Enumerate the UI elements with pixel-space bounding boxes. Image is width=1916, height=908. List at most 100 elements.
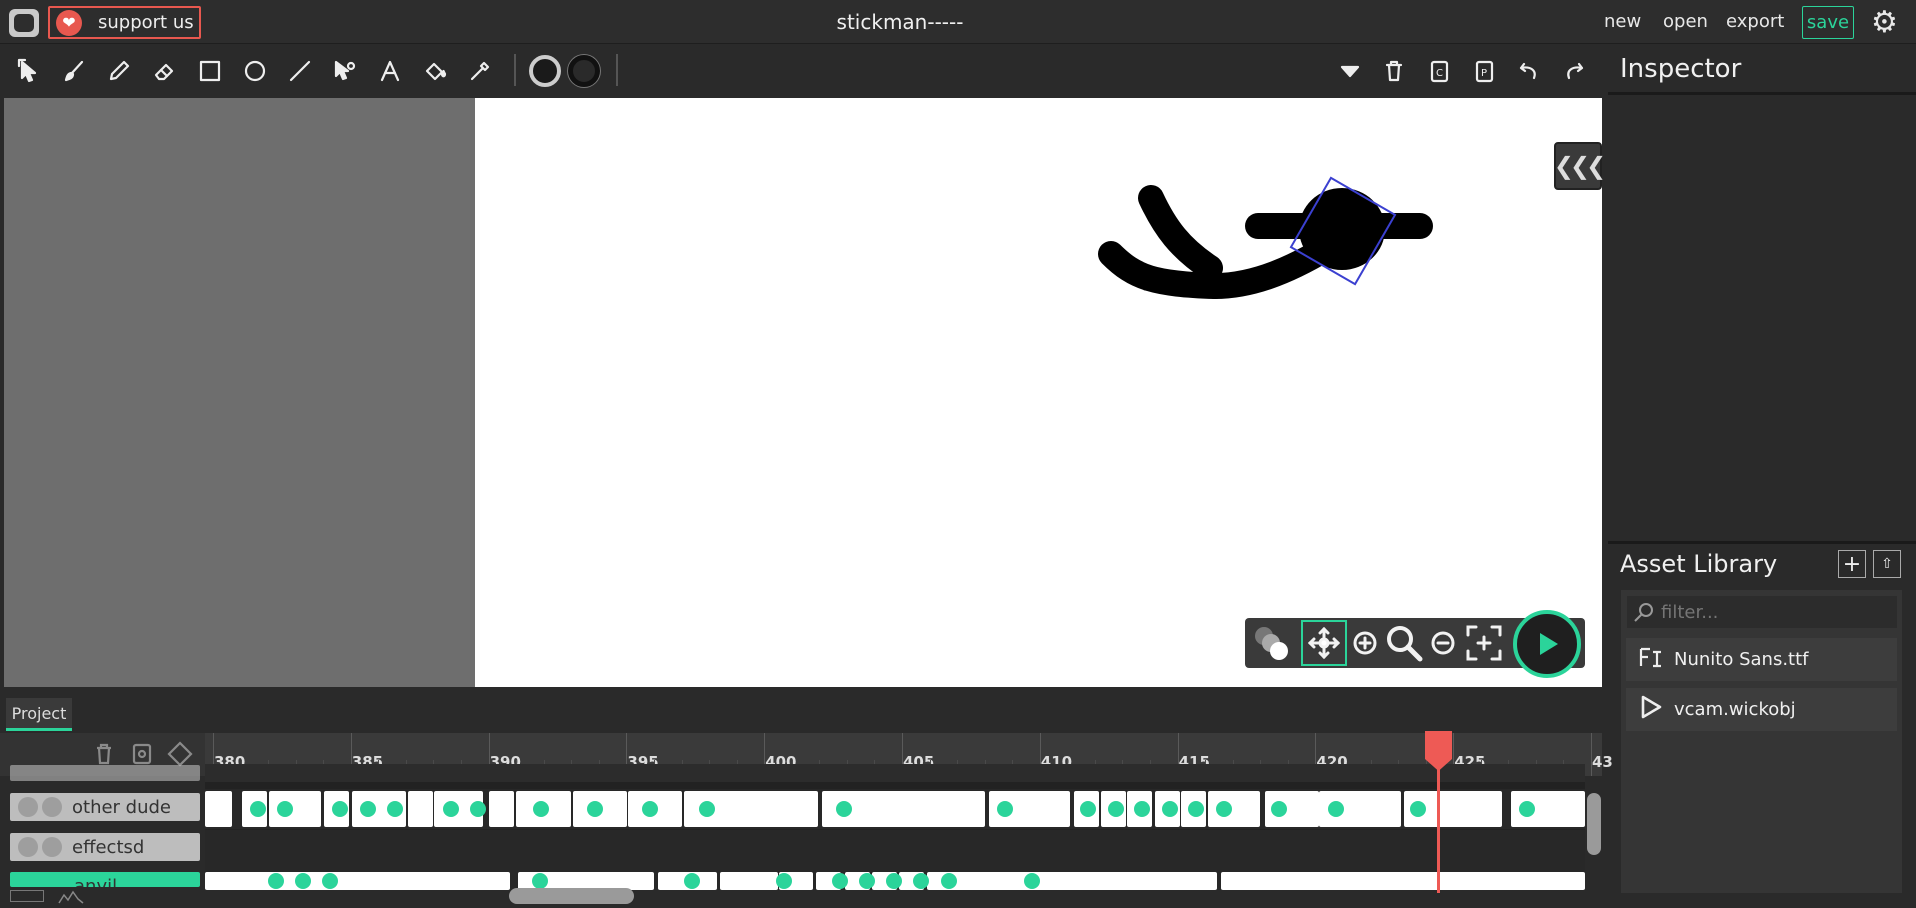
pan-tool-icon[interactable] xyxy=(1301,620,1347,666)
frame[interactable] xyxy=(927,872,1217,890)
frame[interactable] xyxy=(408,791,433,827)
ellipse-tool-icon[interactable] xyxy=(238,54,272,88)
keyframe-dot[interactable] xyxy=(1216,801,1232,817)
zoom-out-icon[interactable] xyxy=(1428,620,1458,666)
layer-effectsd[interactable]: effectsd xyxy=(10,833,200,861)
waveform-icon[interactable] xyxy=(58,889,84,904)
save-button[interactable]: save xyxy=(1802,6,1854,39)
asset-item[interactable]: vcam.wickobj xyxy=(1626,688,1897,731)
play-button[interactable] xyxy=(1513,610,1581,678)
paste-icon[interactable]: P xyxy=(1467,54,1501,88)
keyframe-dot[interactable] xyxy=(533,801,549,817)
copy-icon[interactable]: C xyxy=(1422,54,1456,88)
stage-canvas[interactable] xyxy=(475,98,1602,687)
keyframe-dot[interactable] xyxy=(859,873,875,889)
pencil-tool-icon[interactable] xyxy=(102,54,136,88)
keyframe-dot[interactable] xyxy=(836,801,852,817)
eraser-tool-icon[interactable] xyxy=(148,54,182,88)
keyframe-dot[interactable] xyxy=(1080,801,1096,817)
keyframe-icon[interactable] xyxy=(166,740,194,768)
keyframe-dot[interactable] xyxy=(1162,801,1178,817)
undo-icon[interactable] xyxy=(1512,54,1546,88)
frame[interactable] xyxy=(720,872,778,890)
timeline-horizontal-scrollbar[interactable] xyxy=(509,888,634,904)
delete-icon[interactable] xyxy=(1377,54,1411,88)
line-tool-icon[interactable] xyxy=(283,54,317,88)
layer-anvil[interactable]: anvil xyxy=(10,872,200,887)
asset-filter-input[interactable] xyxy=(1627,596,1897,628)
add-asset-button[interactable]: + xyxy=(1838,550,1866,578)
keyframe-dot[interactable] xyxy=(941,873,957,889)
delete-layer-icon[interactable] xyxy=(90,740,118,768)
keyframe-dot[interactable] xyxy=(587,801,603,817)
keyframe-dot[interactable] xyxy=(699,801,715,817)
fill-bucket-tool-icon[interactable] xyxy=(418,54,452,88)
timeline-vertical-scrollbar[interactable] xyxy=(1587,793,1601,855)
project-title[interactable]: stickman----- xyxy=(700,10,1100,34)
tab-project[interactable]: Project xyxy=(6,698,72,731)
keyframe-dot[interactable] xyxy=(268,873,284,889)
export-button[interactable]: export xyxy=(1726,11,1784,32)
lock-icon[interactable] xyxy=(42,837,62,857)
eyedropper-tool-icon[interactable] xyxy=(463,54,497,88)
frame[interactable] xyxy=(205,872,510,890)
zoom-search-icon[interactable] xyxy=(1382,620,1426,666)
wick-logo-icon[interactable] xyxy=(9,9,39,37)
keyframe-dot[interactable] xyxy=(470,801,486,817)
brush-tool-icon[interactable] xyxy=(57,54,91,88)
rectangle-tool-icon[interactable] xyxy=(193,54,227,88)
keyframe-dot[interactable] xyxy=(360,801,376,817)
keyframe-dot[interactable] xyxy=(295,873,311,889)
recenter-icon[interactable] xyxy=(1461,620,1507,666)
open-button[interactable]: open xyxy=(1663,11,1708,32)
keyframe-dot[interactable] xyxy=(322,873,338,889)
keyframe-dot[interactable] xyxy=(642,801,658,817)
collapse-panel-button[interactable]: ❮❮❮ xyxy=(1554,142,1606,190)
keyframe-dot[interactable] xyxy=(1134,801,1150,817)
keyframe-dot[interactable] xyxy=(387,801,403,817)
asset-item[interactable]: Nunito Sans.ttf xyxy=(1626,638,1897,681)
keyframe-dot[interactable] xyxy=(332,801,348,817)
frame-row-effectsd[interactable] xyxy=(205,830,1585,870)
chevron-down-icon[interactable] xyxy=(1333,54,1367,88)
keyframe-dot[interactable] xyxy=(776,873,792,889)
eye-icon[interactable] xyxy=(18,837,38,857)
keyframe-dot[interactable] xyxy=(1108,801,1124,817)
keyframe-dot[interactable] xyxy=(1328,801,1344,817)
layer-other-dude[interactable]: other dude xyxy=(10,793,200,821)
path-cursor-tool-icon[interactable] xyxy=(328,54,362,88)
fill-color-swatch[interactable] xyxy=(529,55,561,87)
eye-icon[interactable] xyxy=(18,797,38,817)
frame-row-anvil[interactable] xyxy=(205,870,1585,890)
frame-row-other-dude[interactable] xyxy=(205,789,1585,829)
keyframe-dot[interactable] xyxy=(832,873,848,889)
export-asset-button[interactable]: ⇧ xyxy=(1873,550,1901,578)
keyframe-dot[interactable] xyxy=(532,873,548,889)
keyframe-dot[interactable] xyxy=(277,801,293,817)
keyframe-dot[interactable] xyxy=(250,801,266,817)
stickman-drawing[interactable] xyxy=(475,98,1602,687)
layer-label-hidden[interactable] xyxy=(10,765,200,781)
keyframe-dot[interactable] xyxy=(443,801,459,817)
text-tool-icon[interactable] xyxy=(373,54,407,88)
frame[interactable] xyxy=(205,791,232,827)
keyframe-dot[interactable] xyxy=(684,873,700,889)
add-tween-icon[interactable] xyxy=(128,740,156,768)
lock-icon[interactable] xyxy=(42,797,62,817)
keyframe-dot[interactable] xyxy=(913,873,929,889)
gear-icon[interactable]: ⚙ xyxy=(1871,8,1903,38)
zoom-in-icon[interactable] xyxy=(1351,620,1379,666)
keyframe-dot[interactable] xyxy=(997,801,1013,817)
cursor-tool-icon[interactable] xyxy=(13,54,47,88)
keyframe-dot[interactable] xyxy=(1024,873,1040,889)
keyframe-dot[interactable] xyxy=(1410,801,1426,817)
new-button[interactable]: new xyxy=(1604,11,1641,32)
support-us-button[interactable]: ❤ support us xyxy=(48,6,201,39)
stroke-color-swatch[interactable] xyxy=(568,55,600,87)
keyframe-dot[interactable] xyxy=(1271,801,1287,817)
redo-icon[interactable] xyxy=(1557,54,1591,88)
keyframe-dot[interactable] xyxy=(1188,801,1204,817)
frame-size-icon[interactable] xyxy=(10,890,44,902)
frame[interactable] xyxy=(1221,872,1585,890)
keyframe-dot[interactable] xyxy=(886,873,902,889)
